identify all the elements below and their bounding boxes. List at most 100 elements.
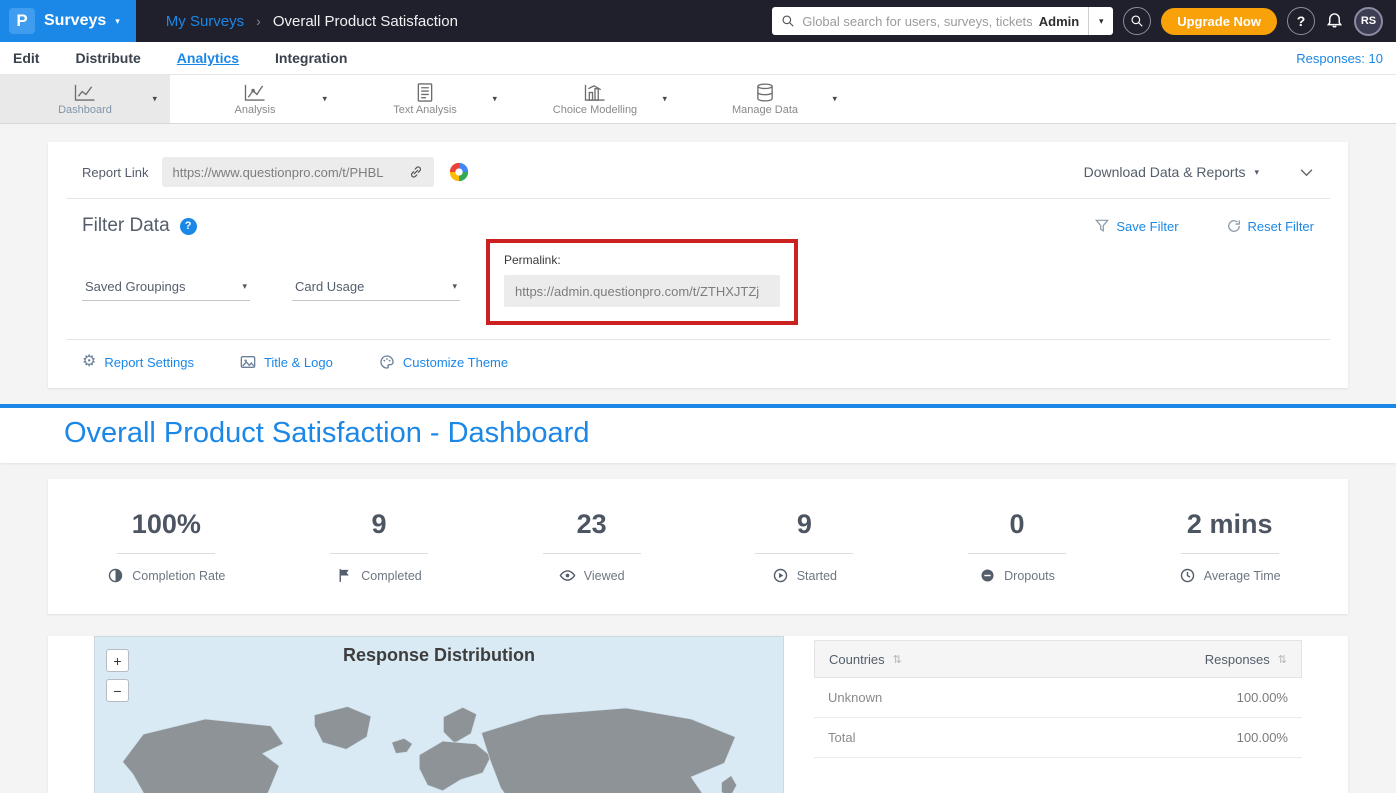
divider: [117, 553, 215, 554]
tab-label: Manage Data: [732, 104, 798, 116]
tab-analysis[interactable]: Analysis ▾: [170, 75, 340, 123]
link-icon[interactable]: [408, 164, 424, 180]
tab-choice-modelling[interactable]: Choice Modelling ▾: [510, 75, 680, 123]
product-switcher[interactable]: P Surveys ▾: [0, 0, 136, 42]
title-logo-label: Title & Logo: [264, 355, 333, 370]
report-settings-link[interactable]: ⚙ Report Settings: [82, 354, 194, 370]
permalink-input[interactable]: [504, 275, 780, 307]
caret-down-icon[interactable]: ▾: [832, 94, 837, 105]
nav-item-analytics[interactable]: Analytics: [177, 50, 239, 66]
countries-table: Countries ⇅ Responses ⇅ Unknown 100.00% …: [814, 636, 1302, 793]
top-bar: P Surveys ▾ My Surveys › Overall Product…: [0, 0, 1396, 42]
caret-down-icon: ▾: [115, 17, 120, 26]
title-logo-link[interactable]: Title & Logo: [240, 354, 333, 370]
stat-label: Completion Rate: [132, 569, 225, 583]
responses-column-header[interactable]: Responses ⇅: [1205, 652, 1287, 667]
country-cell: Total: [828, 730, 855, 745]
flag-icon: [336, 567, 353, 584]
saved-groupings-label: Saved Groupings: [85, 279, 185, 294]
table-row: Total 100.00%: [814, 718, 1302, 758]
report-link-label: Report Link: [82, 165, 148, 180]
responses-cell: 100.00%: [1237, 690, 1288, 705]
upgrade-now-button[interactable]: Upgrade Now: [1161, 8, 1277, 35]
clock-icon: [1179, 567, 1196, 584]
page-title: Overall Product Satisfaction - Dashboard: [64, 417, 1332, 450]
zoom-out-button[interactable]: −: [106, 679, 129, 702]
sort-icon[interactable]: ⇅: [1278, 653, 1287, 666]
database-icon: [753, 83, 777, 102]
dashboard-chart-icon: [73, 83, 97, 102]
nav-item-integration[interactable]: Integration: [275, 50, 347, 66]
stat-dropouts: 0 Dropouts: [911, 509, 1124, 584]
dashboard-title-band: Overall Product Satisfaction - Dashboard: [0, 404, 1396, 463]
color-wheel-icon[interactable]: [448, 161, 470, 183]
tab-dashboard[interactable]: Dashboard ▾: [0, 75, 170, 123]
countries-column-header[interactable]: Countries ⇅: [829, 652, 902, 667]
breadcrumb: My Surveys › Overall Product Satisfactio…: [166, 13, 458, 30]
breadcrumb-separator: ›: [256, 13, 261, 29]
divider: [66, 339, 1330, 340]
permalink-label: Permalink:: [504, 253, 780, 267]
stat-average-time: 2 mins Average Time: [1123, 509, 1336, 584]
search-submit-button[interactable]: [1123, 7, 1151, 35]
bell-icon: [1325, 10, 1344, 29]
caret-down-icon: ▾: [1254, 168, 1259, 177]
questionpro-logo: P: [9, 8, 35, 34]
nav-item-distribute[interactable]: Distribute: [75, 50, 140, 66]
survey-nav: Edit Distribute Analytics Integration Re…: [0, 42, 1396, 75]
collapse-panel-button[interactable]: [1299, 165, 1314, 180]
play-circle-icon: [772, 567, 789, 584]
tab-text-analysis[interactable]: Text Analysis ▾: [340, 75, 510, 123]
tab-label: Dashboard: [58, 104, 112, 116]
response-distribution-card: + − Response Distribution: [48, 636, 1348, 793]
user-avatar[interactable]: RS: [1354, 7, 1383, 36]
filter-data-title: Filter Data: [82, 215, 170, 237]
download-data-reports-button[interactable]: Download Data & Reports ▾: [1084, 164, 1259, 180]
global-search: Admin ▾: [772, 7, 1113, 35]
responses-count[interactable]: Responses: 10: [1296, 51, 1383, 66]
caret-down-icon: ▾: [1099, 16, 1104, 26]
customize-theme-label: Customize Theme: [403, 355, 508, 370]
card-usage-label: Card Usage: [295, 279, 364, 294]
notifications-button[interactable]: [1325, 10, 1344, 32]
filter-help-icon[interactable]: ?: [180, 218, 197, 235]
filter-funnel-icon: [1095, 219, 1109, 233]
report-settings-label: Report Settings: [104, 355, 194, 370]
stat-value: 23: [485, 509, 698, 540]
stat-label: Average Time: [1204, 569, 1281, 583]
report-link-input[interactable]: [172, 165, 400, 180]
saved-groupings-select[interactable]: Saved Groupings ▾: [82, 273, 250, 301]
text-analysis-icon: [413, 83, 437, 102]
zoom-in-button[interactable]: +: [106, 649, 129, 672]
stat-label: Started: [797, 569, 837, 583]
divider: [543, 553, 641, 554]
reset-filter-button[interactable]: Reset Filter: [1227, 219, 1314, 234]
help-button[interactable]: ?: [1287, 7, 1315, 35]
caret-down-icon[interactable]: ▾: [322, 94, 327, 105]
country-cell: Unknown: [828, 690, 882, 705]
global-search-box[interactable]: Admin: [772, 7, 1088, 35]
customize-theme-link[interactable]: Customize Theme: [379, 354, 508, 370]
save-filter-button[interactable]: Save Filter: [1095, 219, 1178, 234]
tab-label: Analysis: [235, 104, 276, 116]
palette-icon: [379, 354, 395, 370]
stat-value: 9: [698, 509, 911, 540]
sort-icon[interactable]: ⇅: [893, 653, 902, 666]
reset-filter-label: Reset Filter: [1248, 219, 1314, 234]
eye-icon: [559, 567, 576, 584]
card-usage-select[interactable]: Card Usage ▾: [292, 273, 460, 301]
caret-down-icon[interactable]: ▾: [492, 94, 497, 105]
nav-item-edit[interactable]: Edit: [13, 50, 39, 66]
stat-label: Dropouts: [1004, 569, 1055, 583]
breadcrumb-my-surveys[interactable]: My Surveys: [166, 13, 244, 30]
global-search-input[interactable]: [802, 14, 1032, 29]
caret-down-icon[interactable]: ▾: [152, 94, 157, 105]
chevron-down-icon: [1299, 168, 1314, 177]
search-scope-dropdown[interactable]: ▾: [1088, 7, 1113, 35]
tab-manage-data[interactable]: Manage Data ▾: [680, 75, 850, 123]
stat-value: 9: [273, 509, 486, 540]
breadcrumb-current: Overall Product Satisfaction: [273, 13, 458, 30]
caret-down-icon[interactable]: ▾: [662, 94, 667, 105]
search-scope-label: Admin: [1039, 14, 1079, 29]
report-settings-card: Report Link Download Data & Reports ▾: [48, 142, 1348, 388]
